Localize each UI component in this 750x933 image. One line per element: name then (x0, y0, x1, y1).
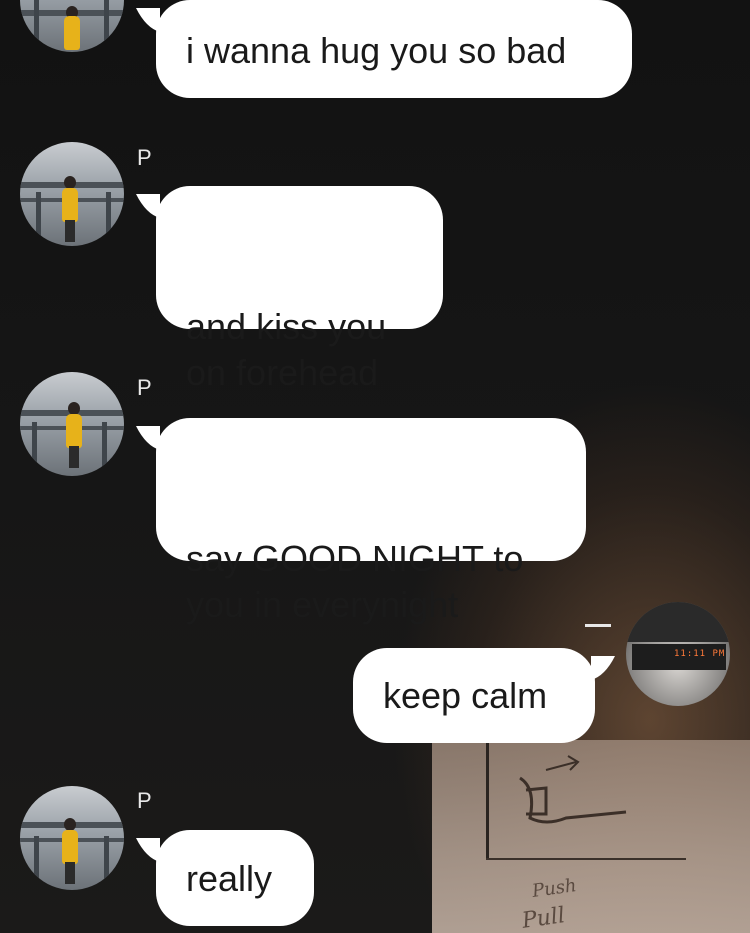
message-text: keep calm (383, 675, 548, 716)
bubble-tail (136, 426, 160, 450)
contact-avatar[interactable] (20, 0, 124, 52)
sender-initial: P (137, 145, 152, 170)
door-handle-drawing (519, 755, 627, 824)
message-bubble: and kiss you on forehead (136, 186, 443, 393)
message-text: really (186, 858, 273, 899)
contact-avatar[interactable] (20, 786, 124, 890)
pull-sign-text: Pull (520, 903, 567, 933)
my-avatar[interactable]: 11:11 PM (626, 602, 730, 706)
message-bubble: say GOOD NIGHT to you in everynight (136, 418, 586, 625)
background-door-edge (486, 738, 489, 858)
avatar-clock-text: 11:11 PM (674, 649, 726, 659)
sender-initial: P (137, 788, 152, 813)
sender-initial: P (137, 375, 152, 400)
message-bubble-outgoing: keep calm (353, 648, 615, 743)
message-text: and kiss you on forehead (186, 306, 387, 393)
contact-avatar[interactable] (20, 142, 124, 246)
bubble-tail (136, 8, 160, 32)
message-bubble: really (136, 830, 314, 926)
contact-avatar[interactable] (20, 372, 124, 476)
message-text: i wanna hug you so bad (186, 30, 567, 71)
bubble-tail (136, 838, 160, 862)
message-bubble: i wanna hug you so bad (136, 0, 632, 98)
bubble-tail (136, 194, 160, 218)
status-dash (585, 624, 611, 627)
background-door-line (486, 858, 686, 860)
bubble-tail (591, 656, 615, 680)
